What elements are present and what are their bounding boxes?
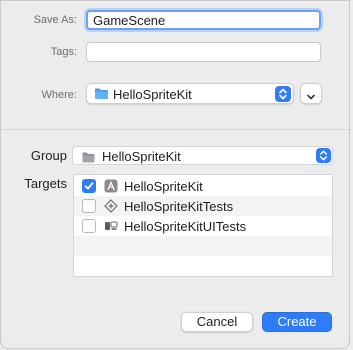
group-popup[interactable]: HelloSpriteKit <box>72 146 333 165</box>
target-checkbox[interactable] <box>82 179 96 193</box>
group-label: Group <box>30 148 67 163</box>
expand-dialog-button[interactable] <box>300 83 322 104</box>
save-file-dialog: Save As: GameScene Tags: Where: HelloSpr… <box>0 0 351 349</box>
section-divider <box>1 129 351 130</box>
group-popup-label: HelloSpriteKit <box>102 149 181 164</box>
app-target-icon <box>104 179 118 193</box>
tags-field[interactable] <box>86 42 321 62</box>
targets-list: HelloSpriteKit HelloSpriteKitTests Hello… <box>73 174 333 277</box>
empty-list-row <box>74 236 332 256</box>
where-popup-label: HelloSpriteKit <box>113 87 192 102</box>
popup-stepper-icon <box>316 148 331 163</box>
cancel-button[interactable]: Cancel <box>181 312 253 332</box>
save-as-label: Save As: <box>33 14 77 26</box>
target-row[interactable]: HelloSpriteKitTests <box>74 196 332 216</box>
ui-test-target-icon <box>104 219 118 233</box>
chevron-down-icon <box>306 89 316 107</box>
target-row[interactable]: HelloSpriteKitUITests <box>74 216 332 236</box>
target-label: HelloSpriteKit <box>124 179 203 194</box>
targets-label: Targets <box>24 176 67 191</box>
unit-test-target-icon <box>104 199 118 213</box>
where-popup[interactable]: HelloSpriteKit <box>86 83 294 104</box>
save-as-field[interactable]: GameScene <box>86 10 321 30</box>
target-checkbox[interactable] <box>82 219 96 233</box>
create-button[interactable]: Create <box>262 312 332 332</box>
popup-stepper-icon <box>275 86 291 102</box>
target-checkbox[interactable] <box>82 199 96 213</box>
target-label: HelloSpriteKitTests <box>124 199 234 214</box>
tags-label: Tags: <box>50 46 77 58</box>
target-row[interactable]: HelloSpriteKit <box>74 176 332 196</box>
folder-icon <box>94 87 109 105</box>
target-label: HelloSpriteKitUITests <box>124 219 247 234</box>
folder-icon <box>82 150 95 168</box>
where-label: Where: <box>41 89 77 101</box>
